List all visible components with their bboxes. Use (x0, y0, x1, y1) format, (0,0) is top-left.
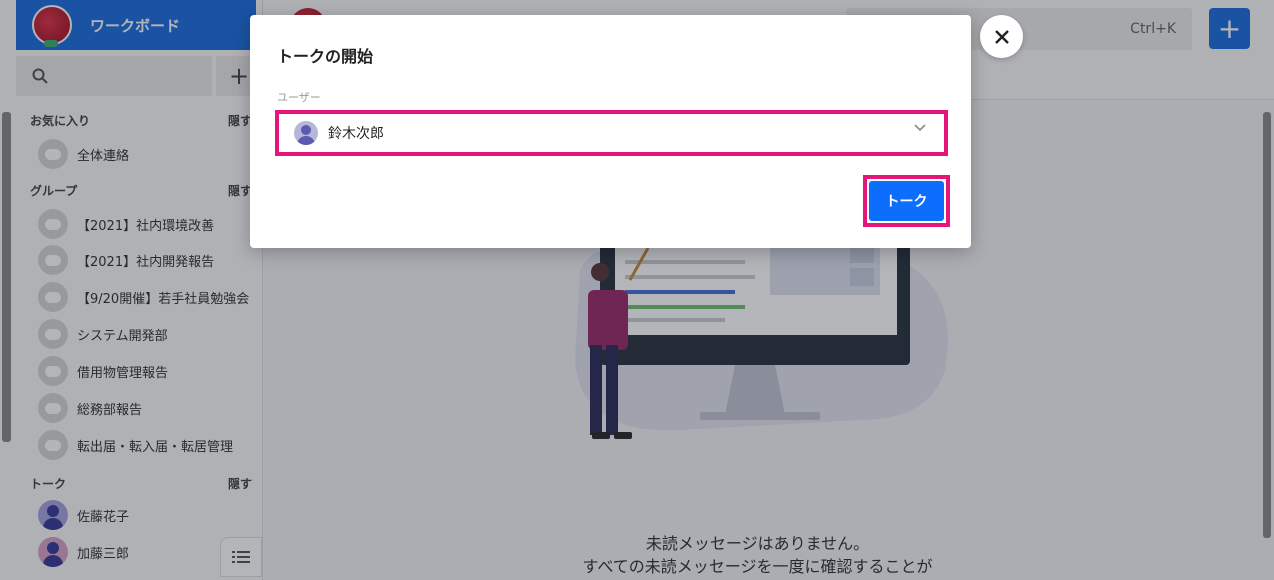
dialog-title: トークの開始 (277, 47, 374, 66)
user-select[interactable]: 鈴木次郎 (275, 110, 948, 156)
selected-user-name: 鈴木次郎 (328, 126, 384, 142)
talk-button-highlight: トーク (863, 175, 950, 227)
start-talk-button[interactable]: トーク (869, 181, 944, 221)
close-dialog-button[interactable] (980, 15, 1023, 58)
close-icon (994, 29, 1009, 44)
chevron-down-icon (914, 124, 926, 132)
user-field-label: ユーザー (277, 91, 321, 104)
user-avatar-icon (294, 121, 318, 145)
start-talk-dialog: トークの開始 ユーザー 鈴木次郎 トーク (250, 15, 971, 248)
